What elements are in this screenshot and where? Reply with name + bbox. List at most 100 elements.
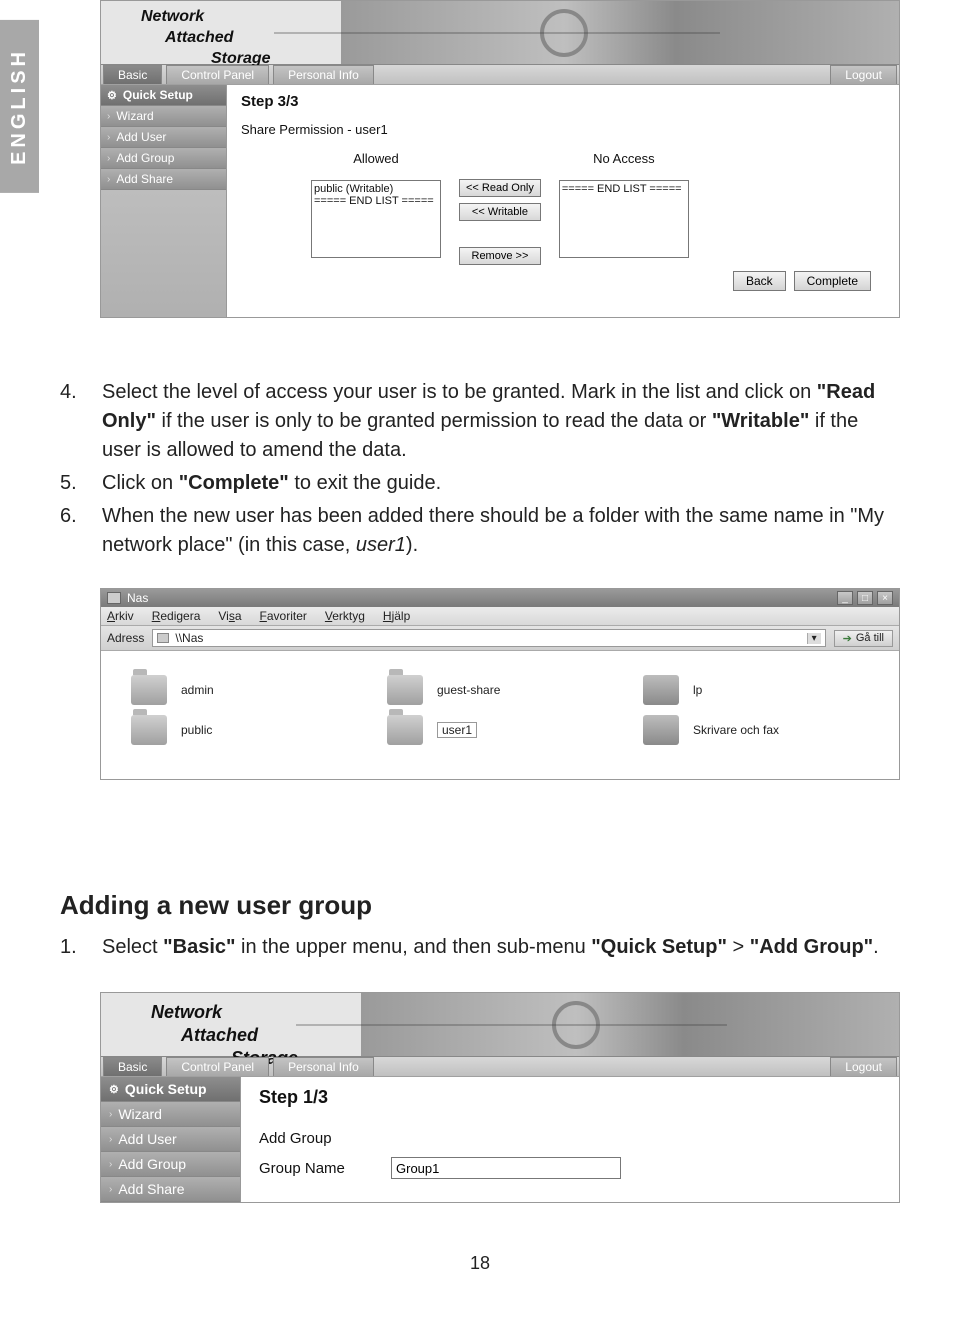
complete-button[interactable]: Complete — [794, 271, 871, 291]
explorer-screenshot: Nas _ □ × Arkiv Redigera Visa Favoriter … — [100, 588, 900, 780]
allowed-column-header: Allowed — [311, 151, 441, 166]
folder-icon — [387, 715, 423, 745]
gear-icon: ⚙ — [107, 89, 117, 102]
folder-guest-share[interactable]: guest-share — [387, 675, 613, 705]
noaccess-column-header: No Access — [559, 151, 689, 166]
menu-verktyg[interactable]: Verktyg — [325, 609, 365, 623]
menu-hjalp[interactable]: Hjälp — [383, 609, 410, 623]
folder-admin[interactable]: admin — [131, 675, 357, 705]
sidebar-item-add-user[interactable]: › Add User — [101, 127, 226, 148]
tab-control-panel[interactable]: Control Panel — [166, 65, 269, 84]
chevron-right-icon: › — [107, 174, 110, 185]
share-permission-title: Share Permission - user1 — [241, 122, 885, 137]
step-indicator: Step 1/3 — [259, 1087, 881, 1108]
list-item[interactable]: public (Writable) — [314, 183, 438, 195]
go-arrow-icon: ➔ — [843, 632, 852, 645]
chevron-right-icon: › — [107, 132, 110, 143]
list-item: ===== END LIST ===== — [314, 195, 438, 207]
computer-icon — [107, 592, 121, 604]
menu-visa[interactable]: Visa — [218, 609, 241, 623]
list-number: 5. — [60, 469, 86, 498]
menu-favoriter[interactable]: Favoriter — [260, 609, 307, 623]
tab-logout[interactable]: Logout — [830, 1057, 897, 1076]
sidebar-item-add-group[interactable]: ›Add Group — [101, 148, 226, 169]
nas-logo-line1: Network — [101, 5, 341, 26]
folder-public[interactable]: public — [131, 715, 357, 745]
section-heading-add-group: Adding a new user group — [60, 890, 900, 921]
tab-personal-info[interactable]: Personal Info — [273, 65, 374, 84]
instruction-text: 4. Select the level of access your user … — [60, 378, 900, 560]
nas-logo-line2: Attached — [101, 26, 341, 47]
menu-arkiv[interactable]: Arkiv — [107, 609, 134, 623]
sidebar-item-label: Add Group — [118, 1156, 186, 1172]
chevron-right-icon: › — [109, 1184, 112, 1195]
address-input[interactable]: \\Nas ▾ — [152, 629, 825, 647]
printer-lp[interactable]: lp — [643, 675, 869, 705]
read-only-button[interactable]: << Read Only — [459, 179, 541, 197]
step-indicator: Step 3/3 — [241, 93, 885, 110]
printer-icon — [643, 675, 679, 705]
sidebar-item-label: Add Share — [118, 1181, 184, 1197]
nas-sidebar: ⚙ Quick Setup › Wizard › Add User ›Add Grou… — [101, 85, 227, 317]
folder-icon — [387, 675, 423, 705]
noaccess-listbox[interactable]: ===== END LIST ===== — [559, 180, 689, 258]
sidebar-item-add-share[interactable]: › Add Share — [101, 169, 226, 190]
address-value: \\Nas — [175, 631, 800, 645]
sidebar-item-label: Add Share — [116, 172, 173, 186]
sidebar-item-wizard[interactable]: ›Wizard — [101, 1102, 240, 1127]
group-name-label: Group Name — [259, 1160, 379, 1177]
nas-screenshot-add-group: Network Attached Storage Basic Control P… — [100, 992, 900, 1203]
chevron-right-icon: › — [107, 153, 110, 164]
sidebar-item-label: Add User — [116, 130, 166, 144]
nas-banner-image — [341, 1, 899, 64]
back-button[interactable]: Back — [733, 271, 786, 291]
chevron-right-icon: › — [107, 111, 110, 122]
chevron-right-icon: › — [109, 1159, 112, 1170]
explorer-menu-bar: Arkiv Redigera Visa Favoriter Verktyg Hj… — [101, 607, 899, 626]
sidebar-item-add-share[interactable]: › Add Share — [101, 1177, 240, 1202]
folder-user1[interactable]: user1 — [387, 715, 613, 745]
list-number: 6. — [60, 502, 86, 560]
list-number: 4. — [60, 378, 86, 465]
tab-personal-info[interactable]: Personal Info — [273, 1057, 374, 1076]
sidebar-item-wizard[interactable]: › Wizard — [101, 106, 226, 127]
address-label: Adress — [107, 631, 144, 645]
folder-icon — [131, 715, 167, 745]
window-title: Nas — [127, 591, 148, 605]
sidebar-item-quick-setup[interactable]: ⚙ Quick Setup — [101, 85, 226, 106]
gear-icon: ⚙ — [109, 1083, 119, 1096]
sidebar-item-quick-setup[interactable]: ⚙ Quick Setup — [101, 1077, 240, 1102]
group-name-input[interactable] — [391, 1157, 621, 1179]
printers-and-faxes[interactable]: Skrivare och fax — [643, 715, 869, 745]
writable-button[interactable]: << Writable — [459, 203, 541, 221]
sidebar-item-add-user[interactable]: ›Add User — [101, 1127, 240, 1152]
tab-control-panel[interactable]: Control Panel — [166, 1057, 269, 1076]
nas-top-tabs: Basic Control Panel Personal Info Logout — [101, 65, 899, 85]
sidebar-item-label: Quick Setup — [125, 1081, 207, 1097]
nas-top-tabs: Basic Control Panel Personal Info Logout — [101, 1057, 899, 1077]
go-button[interactable]: ➔ Gå till — [834, 630, 893, 647]
maximize-icon[interactable]: □ — [857, 591, 873, 605]
sidebar-item-label: Quick Setup — [123, 88, 193, 102]
tab-basic[interactable]: Basic — [103, 65, 162, 84]
chevron-right-icon: › — [109, 1134, 112, 1145]
nas-logo-line1: Network — [101, 999, 361, 1022]
tab-logout[interactable]: Logout — [830, 65, 897, 84]
sidebar-item-label: Wizard — [116, 109, 153, 123]
allowed-listbox[interactable]: public (Writable) ===== END LIST ===== — [311, 180, 441, 258]
minimize-icon[interactable]: _ — [837, 591, 853, 605]
add-group-title: Add Group — [259, 1130, 881, 1147]
computer-icon — [157, 633, 169, 643]
list-item: ===== END LIST ===== — [562, 183, 686, 195]
language-tab: ENGLISH — [0, 20, 39, 193]
sidebar-item-add-group[interactable]: › Add Group — [101, 1152, 240, 1177]
printer-icon — [643, 715, 679, 745]
remove-button[interactable]: Remove >> — [459, 247, 541, 265]
menu-redigera[interactable]: Redigera — [152, 609, 201, 623]
nas-sidebar: ⚙ Quick Setup ›Wizard ›Add User › Add Grou… — [101, 1077, 241, 1202]
nas-banner-image — [361, 993, 899, 1056]
folder-icon — [131, 675, 167, 705]
close-icon[interactable]: × — [877, 591, 893, 605]
tab-basic[interactable]: Basic — [103, 1057, 162, 1076]
chevron-down-icon[interactable]: ▾ — [807, 633, 821, 644]
